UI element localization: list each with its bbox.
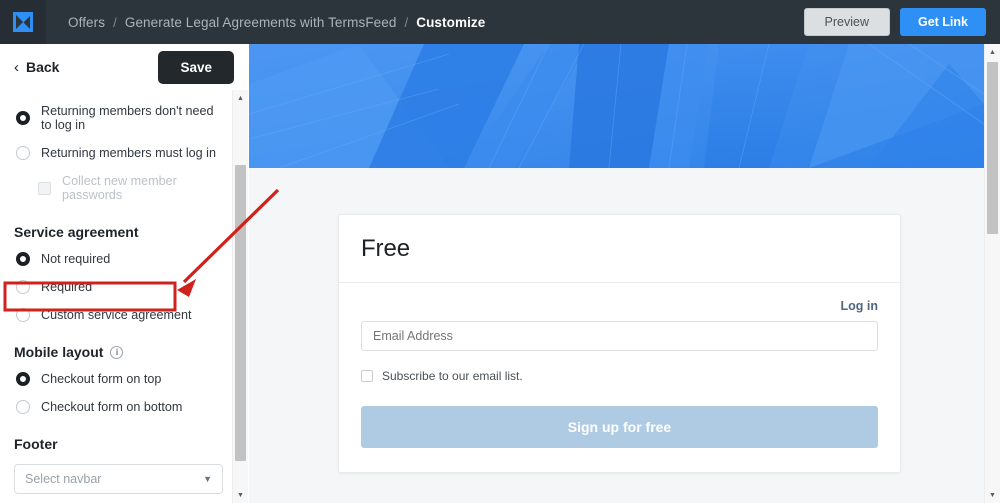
radio-returning-no-login[interactable]: Returning members don't need to log in xyxy=(16,104,218,132)
radio-indicator xyxy=(16,252,30,266)
top-navigation-bar: Offers / Generate Legal Agreements with … xyxy=(0,0,1000,44)
save-button[interactable]: Save xyxy=(158,50,234,84)
scroll-down-arrow-icon[interactable]: ▼ xyxy=(233,487,248,503)
radio-service-not-required[interactable]: Not required xyxy=(16,252,218,266)
offer-title: Free xyxy=(361,235,410,262)
radio-indicator xyxy=(16,280,30,294)
scroll-up-arrow-icon[interactable]: ▲ xyxy=(233,90,248,106)
checkbox-indicator xyxy=(38,181,51,195)
offer-banner-image xyxy=(249,44,984,168)
subscribe-row[interactable]: Subscribe to our email list. xyxy=(361,369,878,383)
radio-label: Returning members must log in xyxy=(41,146,216,160)
radio-checkout-form-on-top[interactable]: Checkout form on top xyxy=(16,372,218,386)
radio-indicator xyxy=(16,111,30,125)
checkbox-collect-new-member-passwords: Collect new member passwords xyxy=(38,174,218,202)
radio-label: Returning members don't need to log in xyxy=(41,104,214,132)
topbar-actions: Preview Get Link xyxy=(803,8,986,36)
radio-returning-must-login[interactable]: Returning members must log in xyxy=(16,146,218,160)
radio-label: Required xyxy=(41,280,93,294)
breadcrumb-separator-2: / xyxy=(404,14,409,30)
email-address-input[interactable] xyxy=(361,321,878,351)
login-row: Log in xyxy=(361,299,879,313)
subscribe-checkbox[interactable] xyxy=(361,370,373,382)
radio-label: Checkout form on bottom xyxy=(41,400,183,414)
preview-scrollbar[interactable]: ▲ ▼ xyxy=(984,44,1000,503)
settings-sidebar: ‹ Back Save Login options Returning memb… xyxy=(0,44,248,503)
chevron-left-icon: ‹ xyxy=(14,58,19,76)
app-logo-button[interactable] xyxy=(0,0,46,44)
checkbox-label: Collect new member passwords xyxy=(62,174,177,202)
chevron-down-icon: ▼ xyxy=(203,473,212,484)
section-title-service-agreement: Service agreement xyxy=(14,224,139,240)
kajabi-logo-icon xyxy=(13,12,33,32)
scroll-up-arrow-icon[interactable]: ▲ xyxy=(985,44,1000,60)
breadcrumb: Offers / Generate Legal Agreements with … xyxy=(68,15,485,30)
sidebar-scrollbar-thumb[interactable] xyxy=(235,165,246,461)
sidebar-header: ‹ Back Save xyxy=(0,44,248,90)
back-button-label: Back xyxy=(26,59,60,75)
section-title-mobile-layout: Mobile layout i xyxy=(14,344,218,360)
sidebar-scrollbar[interactable]: ▲ ▼ xyxy=(232,90,248,503)
radio-checkout-form-on-bottom[interactable]: Checkout form on bottom xyxy=(16,400,218,414)
radio-indicator xyxy=(16,308,30,322)
radio-label: Not required xyxy=(41,252,111,266)
breadcrumb-item-offer-name[interactable]: Generate Legal Agreements with TermsFeed xyxy=(125,15,397,30)
radio-label: Custom service agreement xyxy=(41,308,192,322)
navbar-select-dropdown[interactable]: Select navbar ▼ xyxy=(14,464,223,494)
scroll-down-arrow-icon[interactable]: ▼ xyxy=(985,487,1000,503)
preview-button[interactable]: Preview xyxy=(803,8,890,36)
offer-checkout-card: Free Log in Subscribe to our email list.… xyxy=(338,214,901,473)
get-link-button[interactable]: Get Link xyxy=(899,8,986,36)
offer-card-header: Free xyxy=(339,215,900,283)
section-title-footer: Footer xyxy=(14,436,58,452)
radio-indicator xyxy=(16,372,30,386)
breadcrumb-separator-1: / xyxy=(113,14,117,30)
radio-custom-service-agreement[interactable]: Custom service agreement xyxy=(16,308,218,322)
offer-preview-area: Free Log in Subscribe to our email list.… xyxy=(249,44,1000,503)
radio-indicator xyxy=(16,146,30,160)
subscribe-label: Subscribe to our email list. xyxy=(382,369,523,383)
breadcrumb-item-customize: Customize xyxy=(416,14,486,30)
offer-card-body: Log in Subscribe to our email list. Sign… xyxy=(339,283,900,472)
breadcrumb-item-offers[interactable]: Offers xyxy=(68,15,105,30)
back-button[interactable]: ‹ Back xyxy=(14,59,59,75)
preview-scrollbar-thumb[interactable] xyxy=(987,62,998,234)
sign-up-for-free-button[interactable]: Sign up for free xyxy=(361,406,878,448)
log-in-link[interactable]: Log in xyxy=(841,299,879,313)
info-icon[interactable]: i xyxy=(110,345,124,359)
radio-label: Checkout form on top xyxy=(41,372,162,386)
radio-indicator xyxy=(16,400,30,414)
navbar-select-value: Select navbar xyxy=(25,472,102,486)
radio-service-required[interactable]: Required xyxy=(16,280,218,294)
sidebar-scroll-region: Login options Returning members don't ne… xyxy=(0,90,248,503)
